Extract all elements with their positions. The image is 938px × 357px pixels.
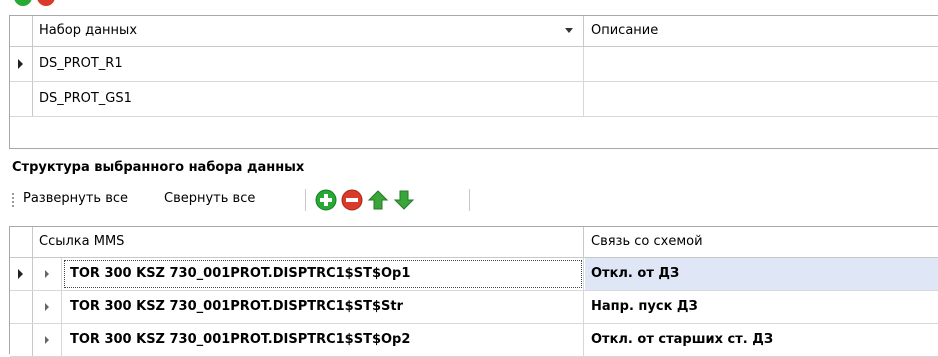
dataset-name-cell[interactable]: DS_PROT_GS1 (33, 82, 584, 116)
toolbar-separator (469, 189, 470, 211)
column-header-mms-ref[interactable]: Ссылка MMS (33, 227, 584, 257)
scheme-link-cell[interactable]: Откл. от ДЗ (585, 258, 938, 290)
datasets-grid: Набор данных Описание DS_PROT_R1 DS_PROT… (9, 15, 938, 149)
dropdown-arrow-icon[interactable] (565, 28, 573, 33)
expand-toggle[interactable] (33, 324, 62, 356)
column-header-scheme-link[interactable]: Связь со схемой (585, 227, 938, 257)
mms-ref-cell[interactable]: TOR 300 KSZ 730_001PROT.DISPTRC1$ST$Op2 (62, 324, 584, 356)
column-header-description-label: Описание (591, 23, 659, 38)
column-header-description[interactable]: Описание (585, 16, 938, 46)
remove-icon[interactable] (341, 189, 363, 211)
row-selector[interactable] (10, 47, 33, 81)
section-title: Структура выбранного набора данных (12, 160, 305, 175)
expand-all-button[interactable]: Развернуть все (23, 191, 128, 206)
mms-ref-cell[interactable]: TOR 300 KSZ 730_001PROT.DISPTRC1$ST$Str (62, 291, 584, 323)
toolbar-separator (305, 189, 306, 211)
chevron-right-icon (45, 270, 49, 278)
table-row[interactable]: TOR 300 KSZ 730_001PROT.DISPTRC1$ST$Str … (10, 291, 938, 324)
row-selector-header (10, 16, 33, 46)
datasets-grid-header: Набор данных Описание (10, 16, 938, 47)
chevron-right-icon (45, 336, 49, 344)
table-row[interactable]: TOR 300 KSZ 730_001PROT.DISPTRC1$ST$Op1 … (10, 258, 938, 291)
chevron-right-icon (45, 303, 49, 311)
column-header-mms-ref-label: Ссылка MMS (39, 234, 125, 249)
current-row-icon (18, 59, 23, 69)
dataset-description-cell[interactable] (585, 47, 938, 81)
dataset-description-cell[interactable] (585, 82, 938, 116)
mms-ref-cell[interactable]: TOR 300 KSZ 730_001PROT.DISPTRC1$ST$Op1 (62, 258, 584, 290)
row-selector[interactable] (10, 82, 33, 116)
structure-grid-header: Ссылка MMS Связь со схемой (10, 227, 938, 258)
table-row[interactable]: DS_PROT_R1 (10, 47, 938, 82)
collapse-all-button[interactable]: Свернуть все (164, 191, 255, 206)
column-header-scheme-link-label: Связь со схемой (591, 234, 703, 249)
expand-toggle[interactable] (33, 258, 62, 290)
expand-toggle[interactable] (33, 291, 62, 323)
top-toolbar (0, 0, 938, 10)
remove-icon[interactable] (37, 0, 55, 6)
row-selector[interactable] (10, 291, 33, 323)
arrow-up-icon[interactable] (367, 189, 389, 211)
toolbar-grip[interactable] (12, 193, 14, 207)
row-selector[interactable] (10, 258, 33, 290)
column-header-dataset-label: Набор данных (39, 23, 138, 38)
row-selector-header (10, 227, 33, 257)
structure-grid: Ссылка MMS Связь со схемой TOR 300 KSZ 7… (9, 226, 938, 357)
add-icon[interactable] (315, 189, 337, 211)
arrow-down-icon[interactable] (393, 189, 415, 211)
add-icon[interactable] (14, 0, 32, 6)
dataset-name-cell[interactable]: DS_PROT_R1 (33, 47, 584, 81)
scheme-link-cell[interactable]: Откл. от старших ст. ДЗ (585, 324, 938, 356)
column-header-dataset[interactable]: Набор данных (33, 16, 584, 46)
table-row[interactable]: DS_PROT_GS1 (10, 82, 938, 117)
current-row-icon (18, 269, 23, 279)
row-selector[interactable] (10, 324, 33, 356)
structure-toolbar: Развернуть все Свернуть все (9, 183, 609, 217)
scheme-link-cell[interactable]: Напр. пуск ДЗ (585, 291, 938, 323)
table-row[interactable]: TOR 300 KSZ 730_001PROT.DISPTRC1$ST$Op2 … (10, 324, 938, 357)
